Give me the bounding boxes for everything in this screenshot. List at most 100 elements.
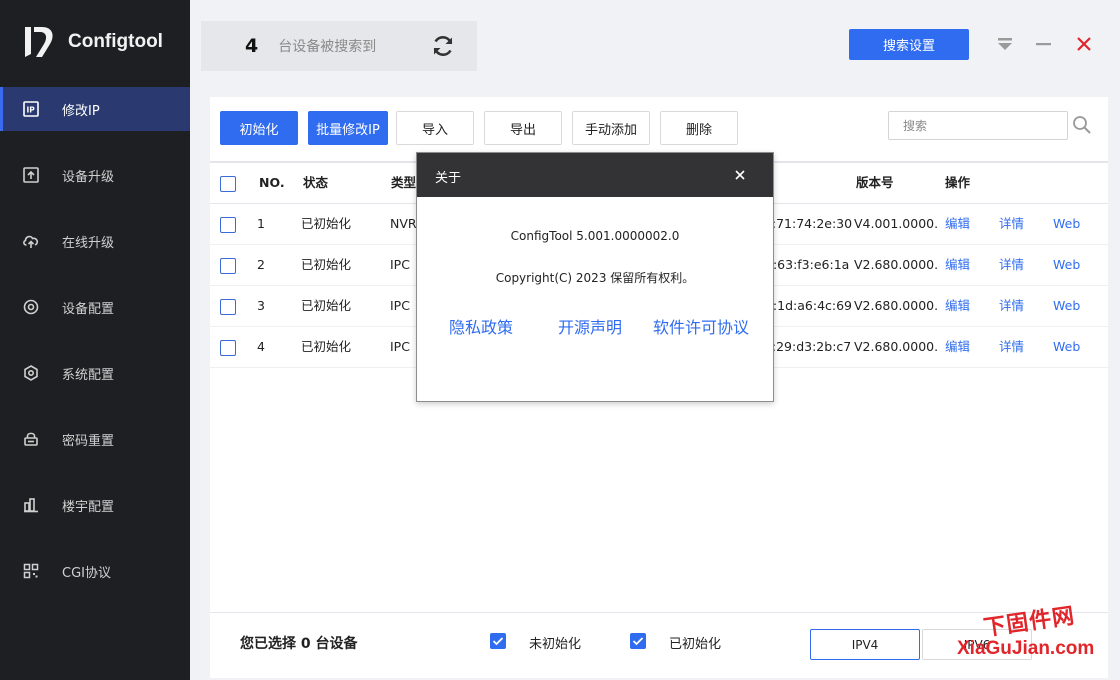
row-checkbox[interactable] xyxy=(220,258,236,274)
privacy-policy-link[interactable]: 隐私政策 xyxy=(449,314,513,338)
device-count-box: 4 台设备被搜索到 xyxy=(201,21,477,71)
row-no: 4 xyxy=(257,339,265,354)
cgi-icon xyxy=(20,560,42,582)
import-button[interactable]: 导入 xyxy=(396,111,474,145)
export-button[interactable]: 导出 xyxy=(484,111,562,145)
row-web-link[interactable]: Web xyxy=(1053,245,1080,285)
sidebar-item-online-upgrade[interactable]: 在线升级 xyxy=(0,219,190,263)
row-status: 已初始化 xyxy=(301,298,352,313)
sidebar-item-label: 密码重置 xyxy=(62,433,115,449)
row-web-link[interactable]: Web xyxy=(1053,286,1080,326)
version-text: ConfigTool 5.001.0000002.0 xyxy=(510,229,680,243)
sidebar-item-modify-ip[interactable]: IP 修改IP xyxy=(0,87,190,131)
watermark: 下固件网 XiaGuJian.com xyxy=(955,604,1115,674)
search-input[interactable] xyxy=(888,111,1068,140)
header-version: 版本号 xyxy=(856,175,894,190)
row-mac: 4:63:f3:e6:1a xyxy=(765,257,850,272)
search-icon[interactable] xyxy=(1072,115,1092,135)
sidebar-nav: IP 修改IP 设备升级 在线升级 设备配置 系统配置 密码重置 楼宇配置 CG… xyxy=(0,87,190,615)
row-checkbox[interactable] xyxy=(220,217,236,233)
refresh-icon[interactable] xyxy=(431,34,455,58)
device-count: 4 xyxy=(245,35,259,57)
dialog-title: 关于 xyxy=(435,171,462,186)
row-edit-link[interactable]: 编辑 xyxy=(945,286,970,326)
row-checkbox[interactable] xyxy=(220,340,236,356)
row-web-link[interactable]: Web xyxy=(1053,204,1080,244)
row-detail-link[interactable]: 详情 xyxy=(999,204,1024,244)
row-version: V4.001.0000... xyxy=(854,216,938,231)
row-mac: c:71:74:2e:30 xyxy=(765,216,853,231)
sidebar-item-label: 修改IP xyxy=(62,103,100,119)
row-type: IPC xyxy=(390,339,410,354)
row-no: 3 xyxy=(257,298,265,313)
header-action: 操作 xyxy=(945,175,971,190)
header-type: 类型 xyxy=(391,175,417,190)
delete-button[interactable]: 删除 xyxy=(660,111,738,145)
row-mac: d:1d:a6:4c:69 xyxy=(765,298,853,313)
upgrade-icon xyxy=(20,164,42,186)
row-no: 2 xyxy=(257,257,265,272)
cloud-upload-icon xyxy=(20,230,42,252)
sidebar-item-cgi[interactable]: CGI协议 xyxy=(0,549,190,593)
sidebar-item-device-config[interactable]: 设备配置 xyxy=(0,285,190,329)
manual-add-button[interactable]: 手动添加 xyxy=(572,111,650,145)
sidebar-item-password-reset[interactable]: 密码重置 xyxy=(0,417,190,461)
selected-count: 0 xyxy=(300,636,311,652)
initialize-button[interactable]: 初始化 xyxy=(220,111,298,145)
sidebar-item-device-upgrade[interactable]: 设备升级 xyxy=(0,153,190,197)
close-icon[interactable] xyxy=(1075,35,1093,53)
row-edit-link[interactable]: 编辑 xyxy=(945,245,970,285)
header-no: NO. xyxy=(259,175,285,190)
license-agreement-link[interactable]: 软件许可协议 xyxy=(653,314,749,338)
initialized-filter-label: 已初始化 xyxy=(669,637,722,652)
sidebar: Configtool IP 修改IP 设备升级 在线升级 设备配置 系统配置 密… xyxy=(0,0,190,680)
row-version: V2.680.0000... xyxy=(854,298,938,313)
row-detail-link[interactable]: 详情 xyxy=(999,327,1024,367)
selected-summary: 您已选择 0 台设备 xyxy=(240,633,358,653)
initialized-filter-checkbox[interactable] xyxy=(630,633,646,649)
dialog-close-icon[interactable] xyxy=(733,168,747,182)
row-no: 1 xyxy=(257,216,265,231)
row-type: IPC xyxy=(390,257,410,272)
selected-suffix: 台设备 xyxy=(315,636,358,652)
minimize-icon[interactable] xyxy=(1035,35,1053,53)
row-edit-link[interactable]: 编辑 xyxy=(945,204,970,244)
row-version: V2.680.0000... xyxy=(854,257,938,272)
row-web-link[interactable]: Web xyxy=(1053,327,1080,367)
app-name: Configtool xyxy=(68,31,163,52)
sidebar-item-label: 系统配置 xyxy=(62,367,115,383)
ip-icon: IP xyxy=(20,98,42,120)
selected-prefix: 您已选择 xyxy=(240,636,296,652)
sidebar-item-system-config[interactable]: 系统配置 xyxy=(0,351,190,395)
row-detail-link[interactable]: 详情 xyxy=(999,286,1024,326)
uninitialized-filter-checkbox[interactable] xyxy=(490,633,506,649)
sidebar-item-label: 设备配置 xyxy=(62,301,115,317)
building-config-icon xyxy=(20,494,42,516)
header-status: 状态 xyxy=(303,175,329,190)
ipv4-tab[interactable]: IPV4 xyxy=(810,629,920,660)
row-detail-link[interactable]: 详情 xyxy=(999,245,1024,285)
password-reset-icon xyxy=(20,428,42,450)
batch-modify-ip-button[interactable]: 批量修改IP xyxy=(308,111,388,145)
copyright-text: Copyright(C) 2023 保留所有权利。 xyxy=(495,271,695,285)
sidebar-item-label: 设备升级 xyxy=(62,169,115,185)
logo-icon xyxy=(22,24,58,60)
watermark-url: XiaGuJian.com xyxy=(957,638,1095,659)
device-count-label: 台设备被搜索到 xyxy=(278,39,377,55)
uninitialized-filter-label: 未初始化 xyxy=(529,637,582,652)
row-checkbox[interactable] xyxy=(220,299,236,315)
about-dialog: 关于 ConfigTool 5.001.0000002.0 Copyright(… xyxy=(416,152,774,402)
select-all-checkbox[interactable] xyxy=(220,176,236,192)
app-logo: Configtool xyxy=(22,22,163,62)
row-type: IPC xyxy=(390,298,410,313)
dropdown-icon[interactable] xyxy=(996,35,1014,53)
svg-text:IP: IP xyxy=(27,106,36,115)
row-edit-link[interactable]: 编辑 xyxy=(945,327,970,367)
sidebar-item-building-config[interactable]: 楼宇配置 xyxy=(0,483,190,527)
row-version: V2.680.0000... xyxy=(854,339,938,354)
open-source-link[interactable]: 开源声明 xyxy=(558,314,622,338)
search-settings-button[interactable]: 搜索设置 xyxy=(849,29,969,60)
sidebar-item-label: CGI协议 xyxy=(62,565,111,581)
device-config-icon xyxy=(20,296,42,318)
row-type: NVR xyxy=(390,216,417,231)
